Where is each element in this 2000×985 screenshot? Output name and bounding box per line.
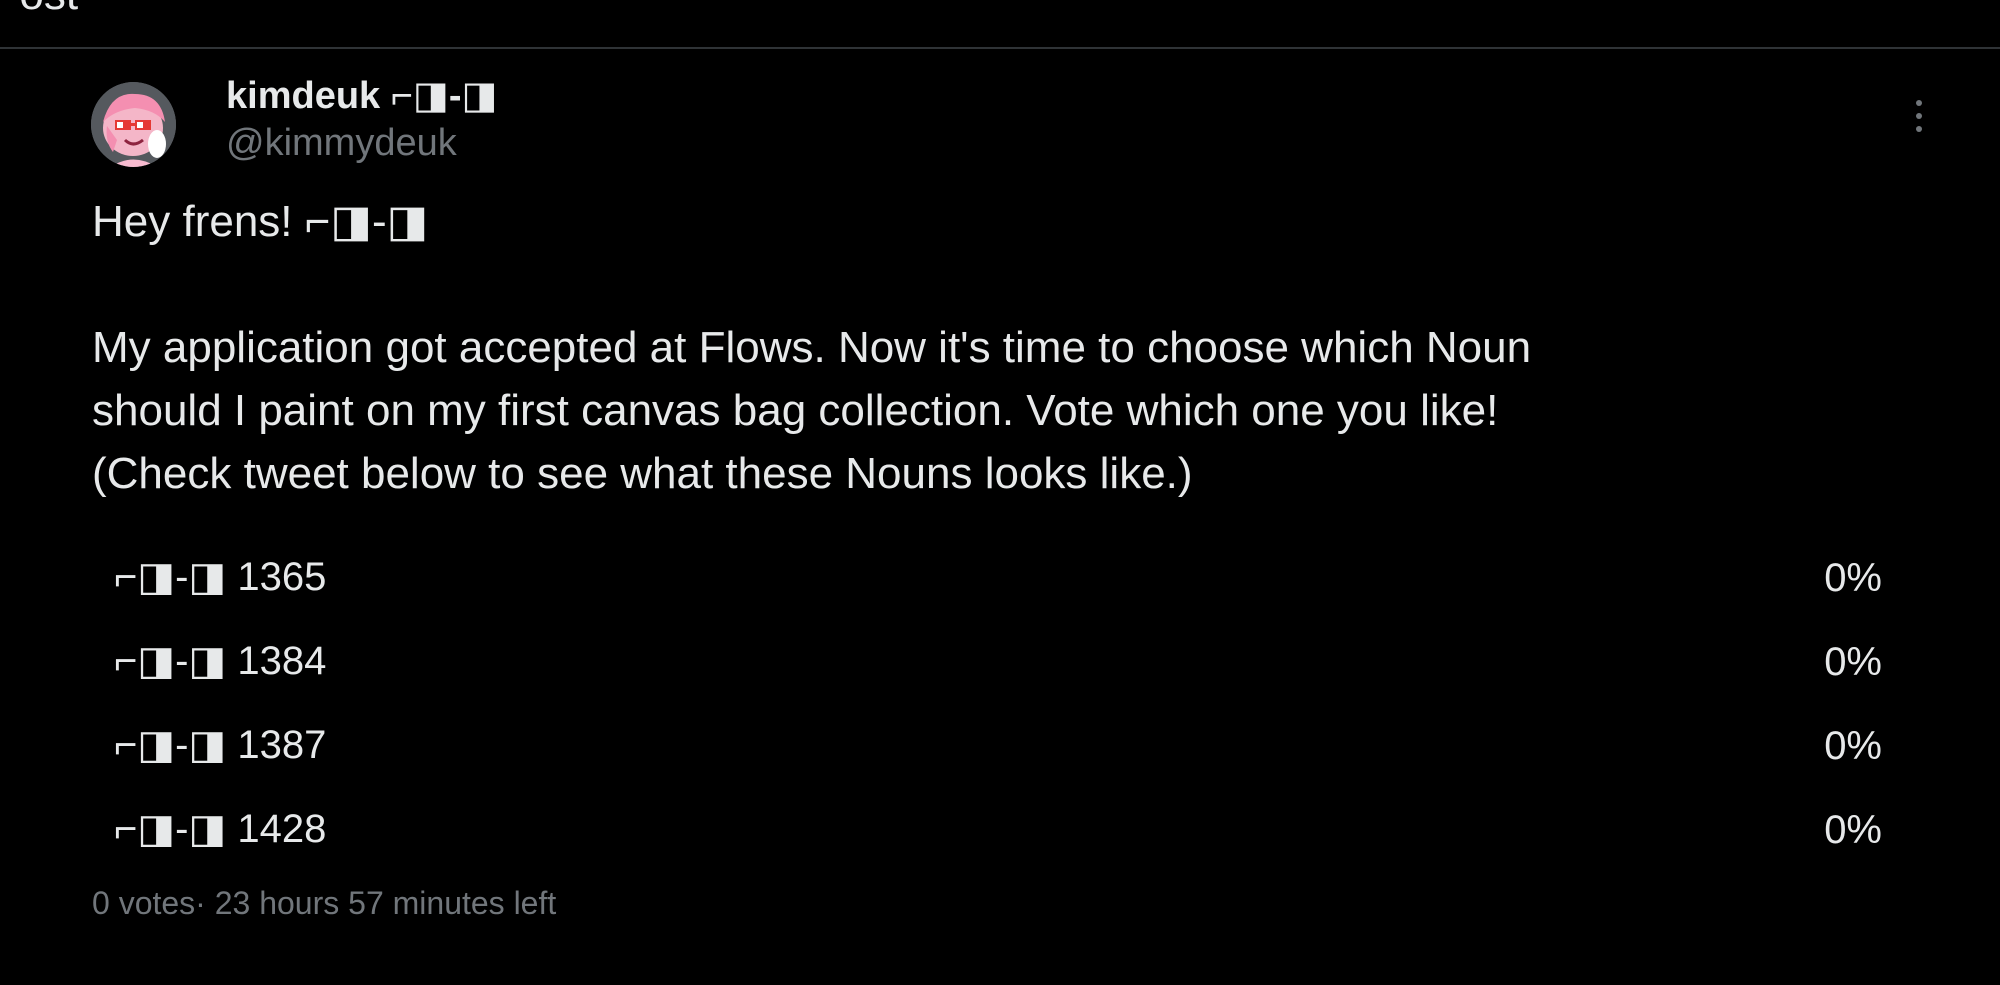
poll-option-label: ⌐◨-◨ 1428 — [114, 807, 327, 851]
poll-option[interactable]: ⌐◨-◨ 1384 0% — [92, 632, 1892, 716]
display-name[interactable]: kimdeuk ⌐◨-◨ — [226, 73, 497, 118]
poll-option-label: ⌐◨-◨ 1365 — [114, 555, 327, 599]
poll-option[interactable]: ⌐◨-◨ 1428 0% — [92, 800, 1892, 884]
poll-option[interactable]: ⌐◨-◨ 1387 0% — [92, 716, 1892, 800]
more-options-icon[interactable] — [1905, 96, 1933, 136]
poll-status: 0 votes· 23 hours 57 minutes left — [92, 885, 557, 921]
poll-option-percent: 0% — [1824, 640, 1882, 684]
tweet-text: Hey frens! ⌐◨-◨ My application got accep… — [92, 197, 1532, 498]
page-title: Post — [0, 0, 78, 20]
poll-option-percent: 0% — [1824, 808, 1882, 852]
poll-option-percent: 0% — [1824, 724, 1882, 768]
header-divider — [0, 47, 2000, 49]
user-handle[interactable]: @kimmydeuk — [226, 122, 457, 165]
poll-option[interactable]: ⌐◨-◨ 1365 0% — [92, 548, 1892, 632]
avatar[interactable] — [91, 82, 176, 167]
poll: ⌐◨-◨ 1365 0% ⌐◨-◨ 1384 0% ⌐◨-◨ 1387 0% ⌐… — [92, 548, 1892, 884]
poll-option-label: ⌐◨-◨ 1384 — [114, 639, 327, 683]
avatar-illustration — [91, 82, 176, 167]
poll-option-percent: 0% — [1824, 556, 1882, 600]
poll-option-label: ⌐◨-◨ 1387 — [114, 723, 327, 767]
